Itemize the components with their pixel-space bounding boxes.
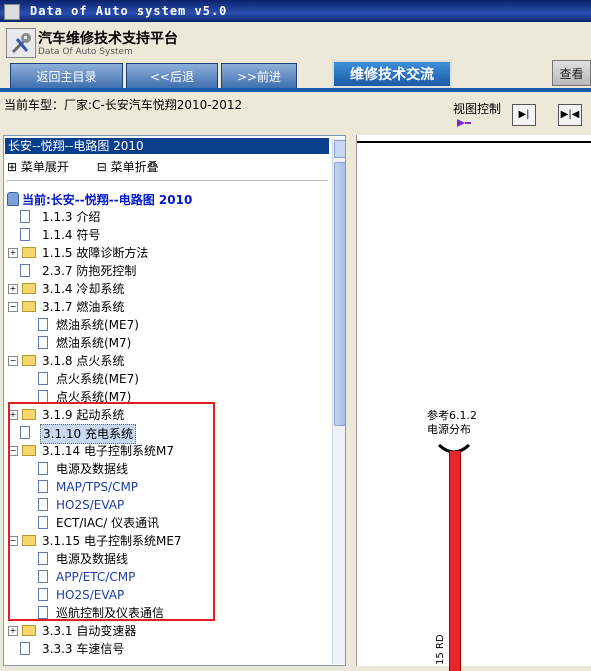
- app-icon: [4, 4, 20, 20]
- expand-icon[interactable]: +: [8, 626, 18, 636]
- forward-button[interactable]: >>前进: [221, 63, 297, 89]
- tech-exchange-button[interactable]: 维修技术交流: [332, 60, 452, 88]
- collapse-icon[interactable]: −: [8, 302, 18, 312]
- diagram-panel: 参考6.1.2 电源分布 15 RD: [356, 135, 591, 671]
- banner-subtitle: Data Of Auto System: [38, 47, 133, 57]
- document-icon: [38, 462, 48, 475]
- ref-label-2: 电源分布: [427, 423, 471, 436]
- document-icon: [20, 228, 30, 241]
- diagram-top-line: [357, 141, 591, 143]
- pane-splitter[interactable]: [348, 135, 354, 666]
- folder-icon: [22, 247, 36, 258]
- folder-open-icon: [22, 301, 36, 312]
- view-button[interactable]: 查看: [552, 60, 591, 86]
- menu-collapse[interactable]: ⊟ 菜单折叠: [97, 160, 171, 174]
- document-icon: [38, 318, 48, 331]
- document-icon: [38, 516, 48, 529]
- folder-icon: [22, 409, 36, 420]
- collapse-icon[interactable]: −: [8, 446, 18, 456]
- current-model: 当前车型：厂家:C-长安汽车悦翔2010-2012: [4, 98, 243, 112]
- selected-header[interactable]: 长安--悦翔--电路图 2010: [5, 138, 329, 154]
- play-icon: ▶|: [518, 109, 530, 120]
- wire[interactable]: [449, 451, 461, 671]
- folder-icon: [22, 625, 36, 636]
- expand-icon[interactable]: +: [8, 284, 18, 294]
- back-main-button[interactable]: 返回主目录: [10, 63, 123, 89]
- menu-ops: ⊞ 菜单展开 ⊟ 菜单折叠: [7, 158, 183, 175]
- title-bar: Data of Auto system v5.0: [0, 0, 591, 22]
- document-icon: [38, 480, 48, 493]
- document-icon: [38, 498, 48, 511]
- document-icon: [20, 210, 30, 223]
- document-icon: [38, 570, 48, 583]
- document-icon: [20, 426, 30, 439]
- tree-scrollbar[interactable]: [332, 138, 345, 664]
- menu-expand[interactable]: ⊞ 菜单展开: [7, 160, 81, 174]
- collapse-icon[interactable]: −: [8, 536, 18, 546]
- document-icon: [20, 264, 30, 277]
- folder-icon: [22, 283, 36, 294]
- info-bar: 当前车型：厂家:C-长安汽车悦翔2010-2012 视图控制 ▶| ▶|◀: [0, 92, 591, 132]
- separator: [6, 180, 328, 181]
- scroll-thumb[interactable]: [334, 162, 345, 426]
- back-button[interactable]: <<后退: [126, 63, 218, 89]
- split-icon: ▶|◀: [560, 109, 580, 120]
- document-icon: [38, 390, 48, 403]
- folder-open-icon: [22, 445, 36, 456]
- collapse-icon[interactable]: −: [8, 356, 18, 366]
- document-icon: [38, 588, 48, 601]
- window-title: Data of Auto system v5.0: [30, 4, 228, 18]
- folder-open-icon: [22, 535, 36, 546]
- document-icon: [38, 336, 48, 349]
- document-icon: [38, 372, 48, 385]
- view-next-button[interactable]: ▶|: [512, 104, 536, 126]
- wrench-logo-icon: [6, 28, 36, 58]
- wire-label: 15 RD: [435, 634, 446, 665]
- expand-icon[interactable]: +: [8, 248, 18, 258]
- tree-panel: 长安--悦翔--电路图 2010 ⊞ 菜单展开 ⊟ 菜单折叠 当前:长安--悦翔…: [3, 135, 346, 666]
- expand-icon[interactable]: +: [8, 410, 18, 420]
- document-icon: [20, 642, 30, 655]
- folder-open-icon: [22, 355, 36, 366]
- document-icon: [38, 606, 48, 619]
- database-icon: [7, 192, 19, 206]
- banner-title: 汽车维修技术支持平台: [38, 31, 178, 47]
- current-root[interactable]: 当前:长安--悦翔--电路图 2010: [7, 191, 192, 208]
- view-split-button[interactable]: ▶|◀: [558, 104, 582, 126]
- scroll-up-button[interactable]: [334, 140, 345, 158]
- app-banner: 汽车维修技术支持平台 Data Of Auto System: [0, 22, 591, 62]
- view-control-label: 视图控制: [453, 102, 502, 116]
- document-icon: [38, 552, 48, 565]
- arrow-right-icon: [457, 119, 471, 127]
